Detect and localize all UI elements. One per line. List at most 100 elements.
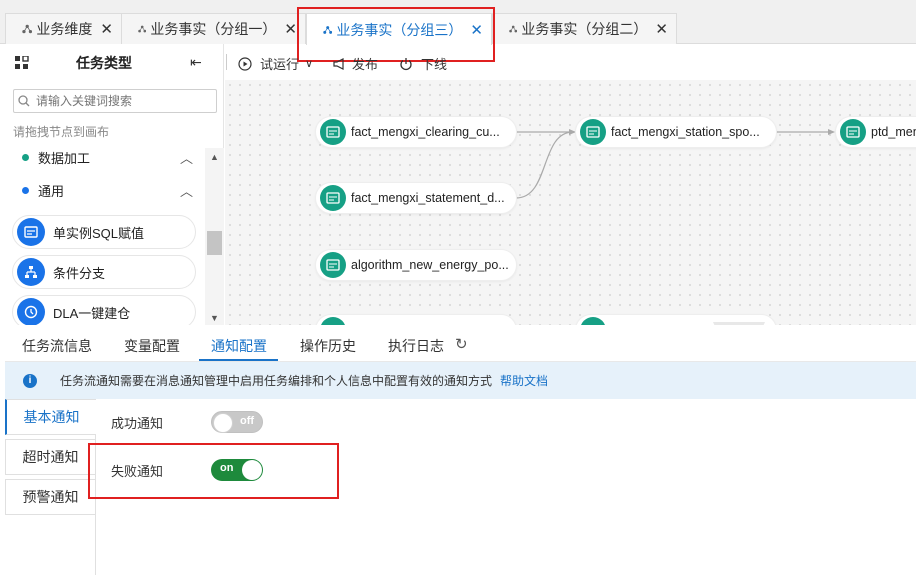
node-icon [320,317,346,325]
setting-label: 失败通知 [111,463,164,479]
task-node[interactable]: fact_mengxi_clearing_cu... [315,116,517,148]
node-label: fact_mengxi_statement_d... [351,191,505,205]
sidebar-header: 任务类型 ⇤ [0,44,224,80]
failure-notification-toggle[interactable]: on [211,459,263,481]
branch-icon [17,258,45,286]
graph-icon [509,25,518,33]
toggle-knob [213,413,233,433]
graph-icon [138,25,147,33]
success-notification-row: 成功通知 off [111,411,263,433]
scroll-thumb[interactable] [207,231,222,255]
node-label: fact_mengxi_station_spo... [611,125,760,139]
toggle-state: on [220,462,234,474]
publish-button[interactable]: 发布 [332,54,378,73]
node-icon [320,185,346,211]
scroll-down-icon[interactable]: ▼ [210,313,219,323]
tab-notification[interactable]: 通知配置 [211,336,267,356]
tab-business-dimension[interactable]: 业务维度 ✕ [5,13,122,44]
tab-label: 业务维度 [36,21,93,37]
task-node[interactable]: ptd_men [835,116,916,148]
success-notification-toggle[interactable]: off [211,411,263,433]
power-icon [400,57,412,70]
task-node[interactable]: fact_mengxi_station_spo... [575,116,777,148]
task-item-label: 单实例SQL赋值 [53,225,145,241]
category-label: 通用 [38,183,65,199]
node-icon [320,119,346,145]
tab-operation-history[interactable]: 操作历史 [300,336,356,356]
canvas-toolbar: 试运行 ∨ 发布 下线 [224,44,916,80]
drag-hint: 请拖拽节点到画布 [13,125,110,139]
task-item-label: 条件分支 [53,265,106,281]
active-tab-underline [199,359,278,361]
node-icon [320,252,346,278]
grid-icon[interactable] [15,56,29,70]
failure-notification-row: 失败通知 on [111,459,263,481]
tab-business-fact-group3[interactable]: 业务事实（分组三） ✕ [306,13,492,45]
tab-timeout-notification[interactable]: 超时通知 [5,439,96,475]
tab-bar: 业务维度 ✕ 业务事实（分组一） ✕ 业务事实（分组三） ✕ 业务事实（分组二）… [0,0,916,45]
category-general[interactable]: 通用 ︿ [0,175,205,205]
graph-icon [323,25,333,34]
dla-icon [17,298,45,326]
tab-label: 业务事实（分组三） [336,21,463,38]
offline-button[interactable]: 下线 [399,54,447,73]
category-label: 数据加工 [38,150,91,166]
sql-icon [17,218,45,246]
scroll-up-icon[interactable]: ▲ [210,152,219,162]
collapse-sidebar-icon[interactable]: ⇤ [190,54,202,71]
task-item-dla-build[interactable]: DLA一键建仓 [12,295,196,329]
tab-warning-notification[interactable]: 预警通知 [5,479,96,515]
task-item-condition-branch[interactable]: 条件分支 [12,255,196,289]
task-item-sql-assign[interactable]: 单实例SQL赋值 [12,215,196,249]
chevron-up-icon[interactable]: ︿ [180,181,193,200]
category-data-processing[interactable]: 数据加工 ︿ [0,142,205,172]
toolbar-divider [226,54,227,70]
node-icon [580,317,606,325]
setting-label: 成功通知 [111,415,164,431]
chevron-down-icon: ∨ [305,58,314,70]
bottom-panel-tabs: 任务流信息 变量配置 通知配置 操作历史 执行日志 ↻ [0,325,916,362]
info-text: 任务流通知需要在消息通知管理中启用任务编排和个人信息中配置有效的通知方式 [60,374,493,388]
tab-basic-notification[interactable]: 基本通知 [5,399,96,435]
task-type-sidebar: 任务类型 ⇤ 请拖拽节点到画布 数据加工 ︿ 通用 ︿ 单实例SQL赋值 条件分… [0,44,224,329]
help-doc-link[interactable]: 帮助文档 [500,372,548,389]
close-icon[interactable]: ✕ [284,20,297,38]
category-dot [22,153,29,161]
tab-label: 业务事实（分组二） [521,21,648,37]
tab-business-fact-group1[interactable]: 业务事实（分组一） ✕ [121,13,306,44]
tab-workflow-info[interactable]: 任务流信息 [22,336,92,356]
edge-2 [515,131,574,199]
chevron-up-icon[interactable]: ︿ [180,148,193,167]
tab-execution-log[interactable]: 执行日志 [388,336,444,356]
sidebar-title: 任务类型 [76,55,132,71]
info-icon: i [23,373,37,388]
task-node[interactable]: fact_mengxi_statement_d... [315,182,517,214]
search-input[interactable] [36,94,206,108]
refresh-icon[interactable]: ↻ [455,335,468,353]
offline-label: 下线 [421,57,448,72]
tab-label: 业务事实（分组一） [150,21,277,37]
megaphone-icon [333,57,344,70]
task-node[interactable]: algorithm_new_energy_po... [315,249,517,281]
toggle-knob [242,460,262,480]
publish-label: 发布 [352,57,379,72]
arrow-3 [828,129,835,135]
toggle-state: off [240,415,255,427]
close-icon[interactable]: ✕ [470,21,483,39]
category-dot [22,186,29,194]
tab-variables[interactable]: 变量配置 [124,336,180,356]
sidebar-scrollbar[interactable]: ▲ ▼ [205,148,224,325]
close-icon[interactable]: ✕ [100,20,113,38]
play-circle-icon [238,56,252,71]
run-button[interactable]: 试运行 ∨ [238,54,313,73]
info-banner: i 任务流通知需要在消息通知管理中启用任务编排和个人信息中配置有效的通知方式 帮… [0,362,916,399]
tab-business-fact-group2[interactable]: 业务事实（分组二） ✕ [492,13,677,44]
search-box[interactable] [13,89,217,113]
task-node-partial[interactable] [315,314,517,325]
workflow-canvas[interactable]: fact_mengxi_clearing_cu... fact_mengxi_s… [225,80,916,325]
node-label: ptd_men [871,125,916,139]
node-label: fact_mengxi_clearing_cu... [351,125,500,139]
search-icon [18,95,30,107]
run-label: 试运行 [260,57,300,72]
close-icon[interactable]: ✕ [655,20,668,38]
